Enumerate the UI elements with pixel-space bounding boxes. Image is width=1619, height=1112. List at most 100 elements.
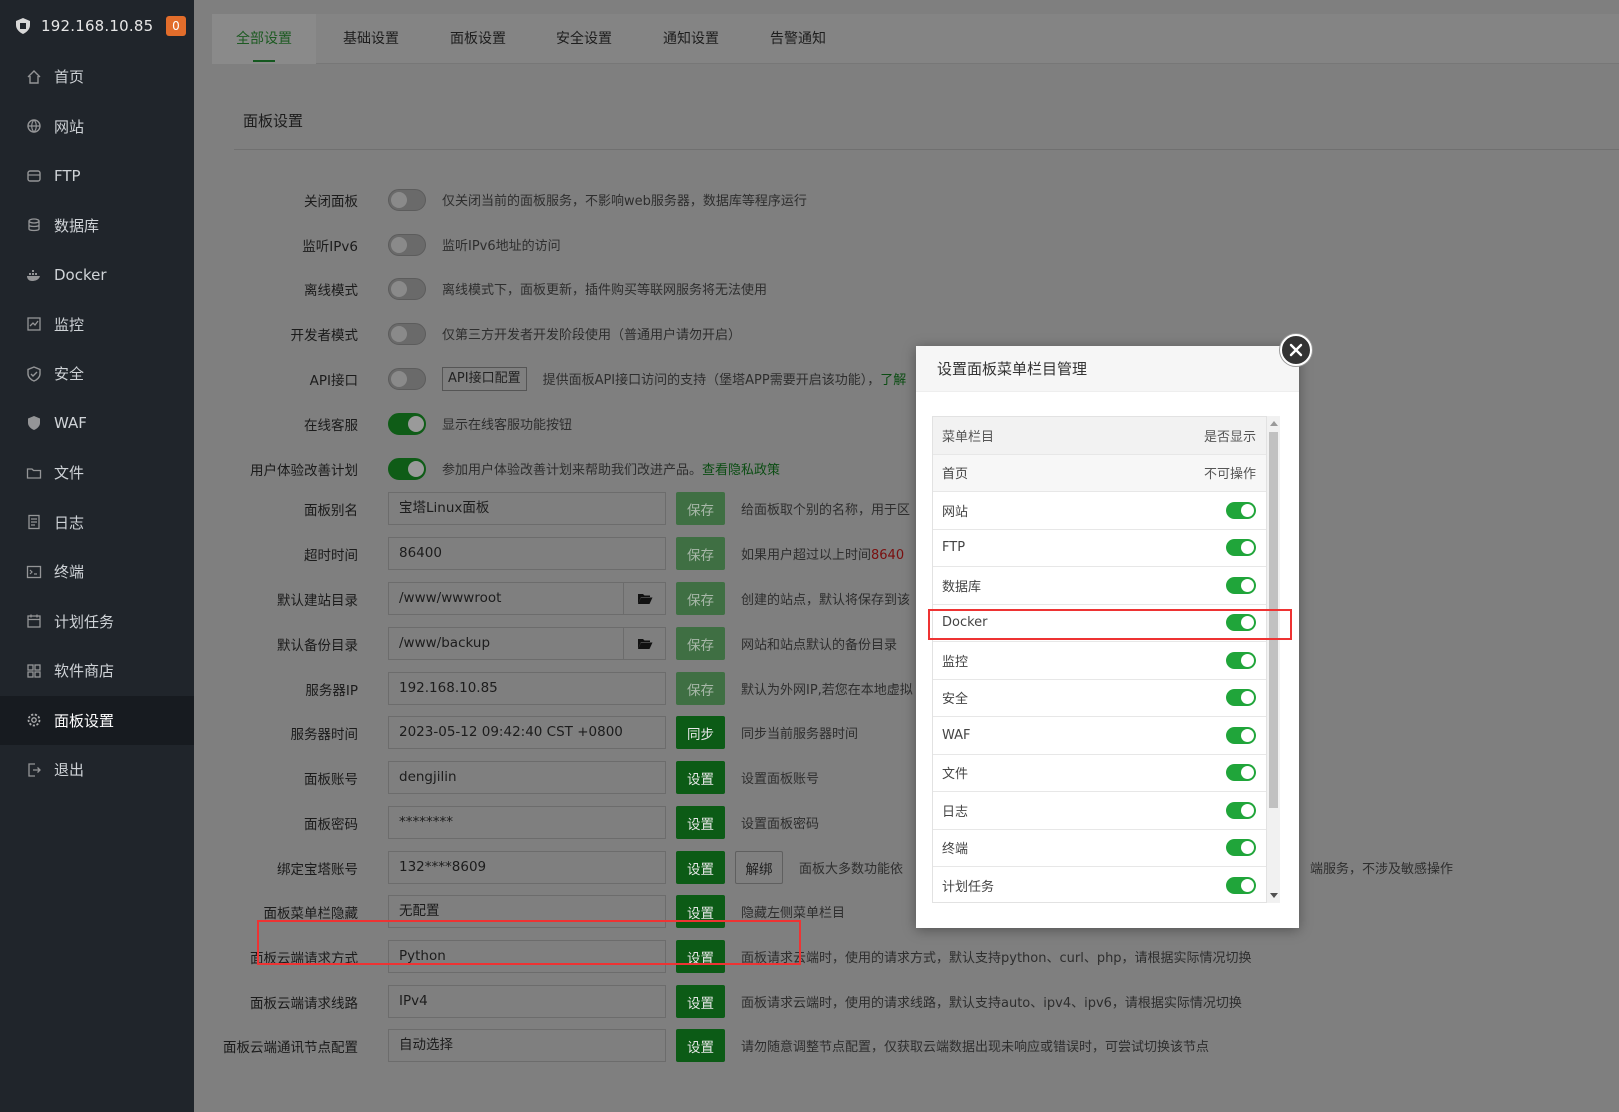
table-row: 日志 (933, 792, 1266, 830)
api-config-button[interactable]: API接口配置 (442, 366, 527, 391)
field-input[interactable]: /www/backup (388, 627, 666, 660)
highlight-docker-row (928, 609, 1292, 640)
show-toggle[interactable] (1226, 539, 1256, 557)
bt-logo-icon (16, 18, 30, 34)
folder-icon (26, 465, 54, 481)
description-link[interactable]: 了解 (880, 373, 906, 388)
show-toggle[interactable] (1226, 726, 1256, 744)
field-value: /www/wwwroot (399, 590, 502, 606)
unbind-button[interactable]: 解绑 (735, 851, 783, 884)
field-action-button[interactable]: 设置 (676, 851, 725, 884)
field-action-button[interactable]: 设置 (676, 806, 725, 839)
field-input[interactable]: 86400 (388, 537, 666, 570)
sidebar-item-11[interactable]: 计划任务 (0, 597, 194, 647)
scroll-up-icon[interactable] (1270, 421, 1278, 426)
setting-toggle[interactable] (388, 457, 426, 480)
field-value: 宝塔Linux面板 (399, 500, 490, 516)
field-input[interactable]: 自动选择 (388, 1029, 666, 1062)
scrollbar[interactable] (1267, 416, 1280, 903)
setting-toggle[interactable] (388, 412, 426, 435)
sidebar-item-0[interactable]: 首页 (0, 52, 194, 102)
menu-table: 菜单栏目 是否显示 首页 不可操作 网站 FTP 数据库 Docker 监控 安全 WAF 文… (932, 416, 1267, 903)
field-value: /www/backup (399, 635, 491, 651)
show-toggle[interactable] (1226, 876, 1256, 894)
tab-notify-settings[interactable]: 通知设置 (663, 14, 719, 64)
sidebar: 192.168.10.85 0 首页 网站 FTP 数据库 Docker 监控 安全 WAF 文… (0, 0, 194, 1112)
sidebar-item-6[interactable]: 安全 (0, 349, 194, 399)
scroll-down-icon[interactable] (1270, 893, 1278, 898)
setting-label: 用户体验改善计划 (250, 462, 358, 479)
field-action-button[interactable]: 保存 (676, 582, 725, 615)
sidebar-item-5[interactable]: 监控 (0, 300, 194, 350)
field-input[interactable]: 2023-05-12 09:42:40 CST +0800 (388, 716, 666, 749)
sidebar-item-9[interactable]: 日志 (0, 498, 194, 548)
sidebar-item-label: 文件 (54, 464, 85, 483)
field-description: 面板大多数功能依 (799, 858, 903, 877)
sidebar-item-label: 退出 (54, 761, 85, 780)
setting-description: 监听IPv6地址的访问 (442, 235, 561, 254)
field-input[interactable]: 宝塔Linux面板 (388, 492, 666, 525)
tab-all-settings[interactable]: 全部设置 (212, 14, 316, 64)
field-action-button[interactable]: 保存 (676, 627, 725, 660)
sidebar-item-8[interactable]: 文件 (0, 448, 194, 498)
folder-open-icon[interactable] (623, 628, 665, 659)
notification-badge[interactable]: 0 (166, 16, 186, 36)
row-label: 监控 (942, 654, 969, 670)
home-icon (26, 69, 54, 85)
sidebar-item-12[interactable]: 软件商店 (0, 646, 194, 696)
show-toggle[interactable] (1226, 839, 1256, 857)
field-input[interactable]: /www/wwwroot (388, 582, 666, 615)
sidebar-item-13[interactable]: 面板设置 (0, 695, 194, 745)
sidebar-item-7[interactable]: WAF (0, 399, 194, 449)
sidebar-item-14[interactable]: 退出 (0, 745, 194, 795)
field-description: 同步当前服务器时间 (741, 723, 858, 742)
tab-security-settings[interactable]: 安全设置 (556, 14, 612, 64)
field-row: 默认备份目录/www/backup 保存 网站和站点默认的备份目录 (212, 627, 897, 660)
setting-toggle[interactable] (388, 367, 426, 390)
sidebar-item-label: 软件商店 (54, 662, 115, 681)
field-input[interactable]: IPv4 (388, 985, 666, 1018)
field-action-button[interactable]: 设置 (676, 761, 725, 794)
description-link[interactable]: 查看隐私政策 (702, 463, 780, 478)
field-action-button[interactable]: 设置 (676, 1029, 725, 1062)
tab-alert-notify[interactable]: 告警通知 (770, 14, 826, 64)
tab-panel-settings[interactable]: 面板设置 (450, 14, 506, 64)
field-action-button[interactable]: 同步 (676, 716, 725, 749)
show-toggle[interactable] (1226, 576, 1256, 594)
close-icon[interactable] (1280, 334, 1312, 366)
show-toggle[interactable] (1226, 689, 1256, 707)
field-input[interactable]: 192.168.10.85 (388, 672, 666, 705)
field-action-button[interactable]: 设置 (676, 985, 725, 1018)
field-input[interactable]: ******** (388, 806, 666, 839)
field-value: 86400 (399, 545, 442, 561)
setting-toggle[interactable] (388, 322, 426, 345)
sidebar-item-2[interactable]: FTP (0, 151, 194, 201)
show-toggle[interactable] (1226, 501, 1256, 519)
sidebar-item-10[interactable]: 终端 (0, 547, 194, 597)
folder-open-icon[interactable] (623, 583, 665, 614)
field-action-button[interactable]: 保存 (676, 672, 725, 705)
tab-basic-settings[interactable]: 基础设置 (343, 14, 399, 64)
show-toggle[interactable] (1226, 764, 1256, 782)
field-action-button[interactable]: 保存 (676, 537, 725, 570)
show-toggle[interactable] (1226, 651, 1256, 669)
setting-toggle[interactable] (388, 233, 426, 256)
field-value: dengjilin (399, 769, 457, 785)
server-host: 192.168.10.85 (41, 17, 154, 35)
field-label: 面板云端通讯节点配置 (223, 1039, 358, 1056)
description-text: 离线模式下，面板更新，插件购买等联网服务将无法使用 (442, 283, 768, 298)
setting-description: 离线模式下，面板更新，插件购买等联网服务将无法使用 (442, 279, 767, 298)
description-text: 参加用户体验改善计划来帮助我们改进产品。 (442, 463, 703, 478)
setting-toggle[interactable] (388, 277, 426, 300)
field-description: 隐藏左侧菜单栏目 (741, 902, 845, 921)
field-description: 如果用户超过以上时间8640 (741, 544, 904, 563)
field-input[interactable]: dengjilin (388, 761, 666, 794)
sidebar-item-1[interactable]: 网站 (0, 102, 194, 152)
setting-toggle[interactable] (388, 188, 426, 211)
description-text: 显示在线客服功能按钮 (442, 418, 573, 433)
sidebar-item-3[interactable]: 数据库 (0, 201, 194, 251)
field-action-button[interactable]: 保存 (676, 492, 725, 525)
field-input[interactable]: 132****8609 (388, 851, 666, 884)
show-toggle[interactable] (1226, 801, 1256, 819)
sidebar-item-4[interactable]: Docker (0, 250, 194, 300)
